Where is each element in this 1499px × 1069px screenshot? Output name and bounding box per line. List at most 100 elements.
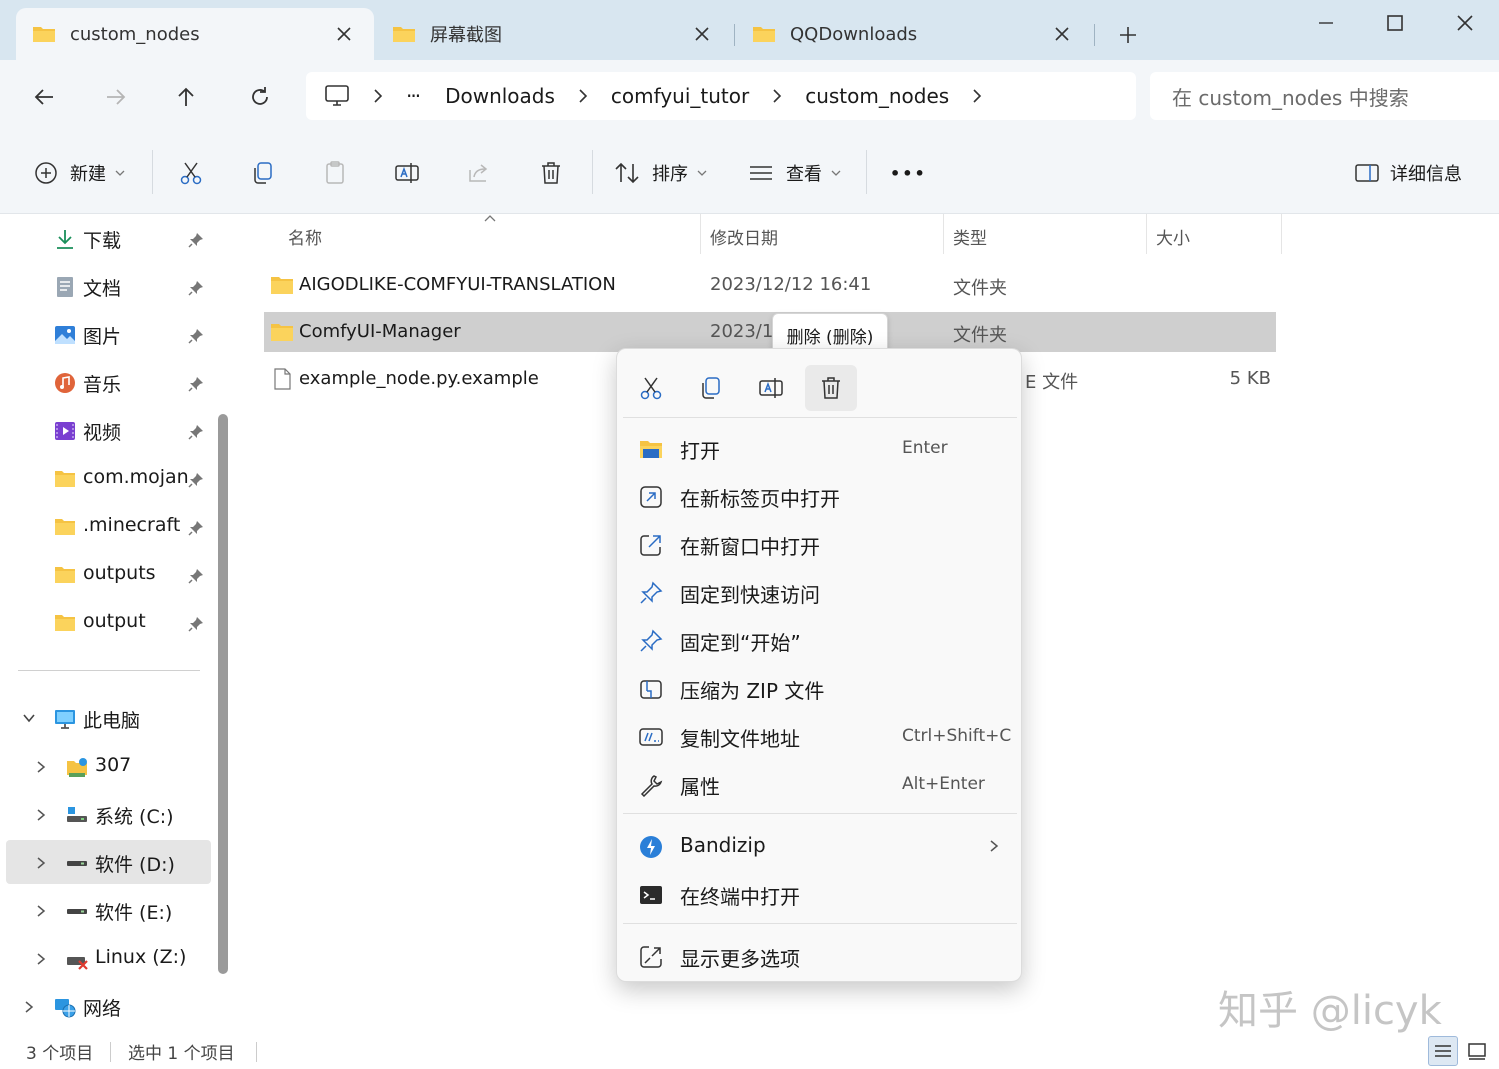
close-icon[interactable] bbox=[334, 24, 354, 44]
chevron-right-icon[interactable] bbox=[34, 952, 48, 966]
tab-qqdownloads[interactable]: QQDownloads bbox=[736, 8, 1092, 60]
rename-button[interactable] bbox=[394, 154, 420, 192]
tab-screenshots[interactable]: 屏幕截图 bbox=[376, 8, 732, 60]
menu-item-compress-zip[interactable]: 压缩为 ZIP 文件 bbox=[623, 665, 1017, 711]
column-header-date[interactable]: 修改日期 bbox=[710, 224, 778, 249]
nav-item-drive-c[interactable]: 系统 (C:) bbox=[0, 792, 210, 836]
document-icon bbox=[57, 277, 73, 297]
menu-item-show-more-options[interactable]: 显示更多选项 bbox=[623, 933, 1017, 979]
breadcrumb-downloads[interactable]: Downloads bbox=[445, 84, 555, 108]
menu-item-bandizip[interactable]: Bandizip bbox=[623, 823, 1017, 869]
chevron-right-icon[interactable] bbox=[769, 88, 785, 104]
tiles-view-button[interactable] bbox=[1462, 1036, 1492, 1066]
paste-button[interactable] bbox=[322, 154, 348, 192]
nav-item-output[interactable]: output bbox=[0, 600, 210, 644]
menu-item-pin-start[interactable]: 固定到“开始” bbox=[623, 617, 1017, 663]
share-button[interactable] bbox=[466, 154, 492, 192]
nav-item-drive-307[interactable]: 307 bbox=[0, 744, 210, 788]
refresh-button[interactable] bbox=[240, 77, 280, 117]
chevron-right-icon[interactable] bbox=[34, 808, 48, 822]
menu-item-pin-quick-access[interactable]: 固定到快速访问 bbox=[623, 569, 1017, 615]
rename-button[interactable] bbox=[745, 365, 797, 411]
delete-button[interactable] bbox=[805, 365, 857, 411]
menu-item-open-new-tab[interactable]: 在新标签页中打开 bbox=[623, 473, 1017, 519]
new-button[interactable]: 新建 bbox=[34, 154, 126, 192]
view-button[interactable]: 查看 bbox=[748, 154, 842, 192]
chevron-down-icon[interactable] bbox=[22, 711, 36, 725]
cut-button[interactable] bbox=[178, 154, 204, 192]
back-button[interactable] bbox=[24, 77, 64, 117]
nav-item-this-pc[interactable]: 此电脑 bbox=[0, 696, 210, 740]
column-divider[interactable] bbox=[1146, 214, 1147, 254]
breadcrumb-custom-nodes[interactable]: custom_nodes bbox=[805, 84, 949, 108]
pin-icon bbox=[188, 617, 203, 632]
nav-item-downloads[interactable]: 下载 bbox=[0, 216, 210, 260]
chevron-right-icon[interactable] bbox=[22, 1000, 36, 1014]
nav-item-drive-d[interactable]: 软件 (D:) bbox=[6, 840, 211, 884]
context-menu: 打开 Enter 在新标签页中打开 在新窗口中打开 固定到快速访问 固定到“开始… bbox=[616, 348, 1022, 982]
menu-item-label: 在新标签页中打开 bbox=[680, 487, 840, 511]
nav-item-network[interactable]: 网络 bbox=[0, 984, 210, 1028]
more-options-button[interactable]: ••• bbox=[890, 154, 927, 192]
details-view-button[interactable] bbox=[1428, 1036, 1458, 1066]
up-button[interactable] bbox=[166, 77, 206, 117]
menu-item-open[interactable]: 打开 Enter bbox=[623, 425, 1017, 471]
menu-item-properties[interactable]: 属性 Alt+Enter bbox=[623, 761, 1017, 807]
close-icon[interactable] bbox=[692, 24, 712, 44]
table-row[interactable]: ComfyUI-Manager 2023/1 文件夹 bbox=[264, 312, 1276, 352]
details-button[interactable]: 详细信息 bbox=[1354, 154, 1462, 192]
nav-item-drive-e[interactable]: 软件 (E:) bbox=[0, 888, 210, 932]
nav-item-pictures[interactable]: 图片 bbox=[0, 312, 210, 356]
nav-item-com-mojang[interactable]: com.mojang bbox=[0, 456, 210, 500]
toolbar-divider bbox=[592, 150, 593, 194]
search-input[interactable]: 在 custom_nodes 中搜索 bbox=[1150, 72, 1499, 120]
nav-item-music[interactable]: 音乐 bbox=[0, 360, 210, 404]
tab-divider bbox=[1094, 24, 1095, 46]
nav-item-videos[interactable]: 视频 bbox=[0, 408, 210, 452]
close-icon[interactable] bbox=[1052, 24, 1072, 44]
cut-button[interactable] bbox=[625, 365, 677, 411]
close-window-button[interactable] bbox=[1445, 8, 1485, 38]
chevron-right-icon[interactable] bbox=[34, 904, 48, 918]
delete-button[interactable] bbox=[538, 154, 564, 192]
column-divider[interactable] bbox=[700, 214, 701, 254]
toolbar-divider bbox=[152, 150, 153, 194]
menu-item-open-terminal[interactable]: 在终端中打开 bbox=[623, 871, 1017, 917]
nav-item-drive-z[interactable]: Linux (Z:) bbox=[0, 936, 210, 980]
new-tab-button[interactable] bbox=[1108, 20, 1148, 50]
chevron-right-icon[interactable] bbox=[575, 88, 591, 104]
column-header-type[interactable]: 类型 bbox=[953, 224, 987, 249]
rename-icon bbox=[395, 163, 419, 183]
nav-item-label: 下载 bbox=[83, 230, 122, 252]
address-bar[interactable]: ··· Downloads comfyui_tutor custom_nodes bbox=[306, 72, 1136, 120]
copy-button[interactable] bbox=[250, 154, 276, 192]
maximize-button[interactable] bbox=[1375, 8, 1415, 38]
breadcrumb-ellipsis[interactable]: ··· bbox=[406, 84, 421, 108]
close-icon bbox=[1457, 15, 1473, 31]
nav-item-minecraft[interactable]: .minecraft bbox=[0, 504, 210, 548]
chevron-right-icon[interactable] bbox=[969, 88, 985, 104]
menu-item-open-new-window[interactable]: 在新窗口中打开 bbox=[623, 521, 1017, 567]
nav-item-label: com.mojang bbox=[83, 466, 189, 488]
menu-item-copy-path[interactable]: 复制文件地址 Ctrl+Shift+C bbox=[623, 713, 1017, 759]
nav-item-documents[interactable]: 文档 bbox=[0, 264, 210, 308]
chevron-right-icon[interactable] bbox=[34, 856, 48, 870]
wrench-icon bbox=[640, 775, 663, 797]
breadcrumb-comfyui-tutor[interactable]: comfyui_tutor bbox=[611, 84, 749, 108]
forward-button[interactable] bbox=[96, 77, 136, 117]
file-type: 文件夹 bbox=[953, 278, 1007, 299]
column-header-name[interactable]: 名称 bbox=[288, 224, 322, 249]
address-row: ··· Downloads comfyui_tutor custom_nodes… bbox=[0, 60, 1499, 132]
sort-button[interactable]: 排序 bbox=[614, 154, 708, 192]
table-row[interactable]: AIGODLIKE-COMFYUI-TRANSLATION 2023/12/12… bbox=[264, 265, 1276, 305]
copy-button[interactable] bbox=[685, 365, 737, 411]
minimize-button[interactable] bbox=[1306, 8, 1346, 38]
column-divider[interactable] bbox=[1281, 214, 1282, 254]
chevron-right-icon[interactable] bbox=[34, 760, 48, 774]
tab-custom-nodes[interactable]: custom_nodes bbox=[16, 8, 374, 60]
nav-item-outputs[interactable]: outputs bbox=[0, 552, 210, 596]
nav-scrollbar[interactable] bbox=[218, 414, 228, 974]
column-divider[interactable] bbox=[943, 214, 944, 254]
column-header-size[interactable]: 大小 bbox=[1156, 224, 1190, 249]
chevron-right-icon[interactable] bbox=[370, 88, 386, 104]
